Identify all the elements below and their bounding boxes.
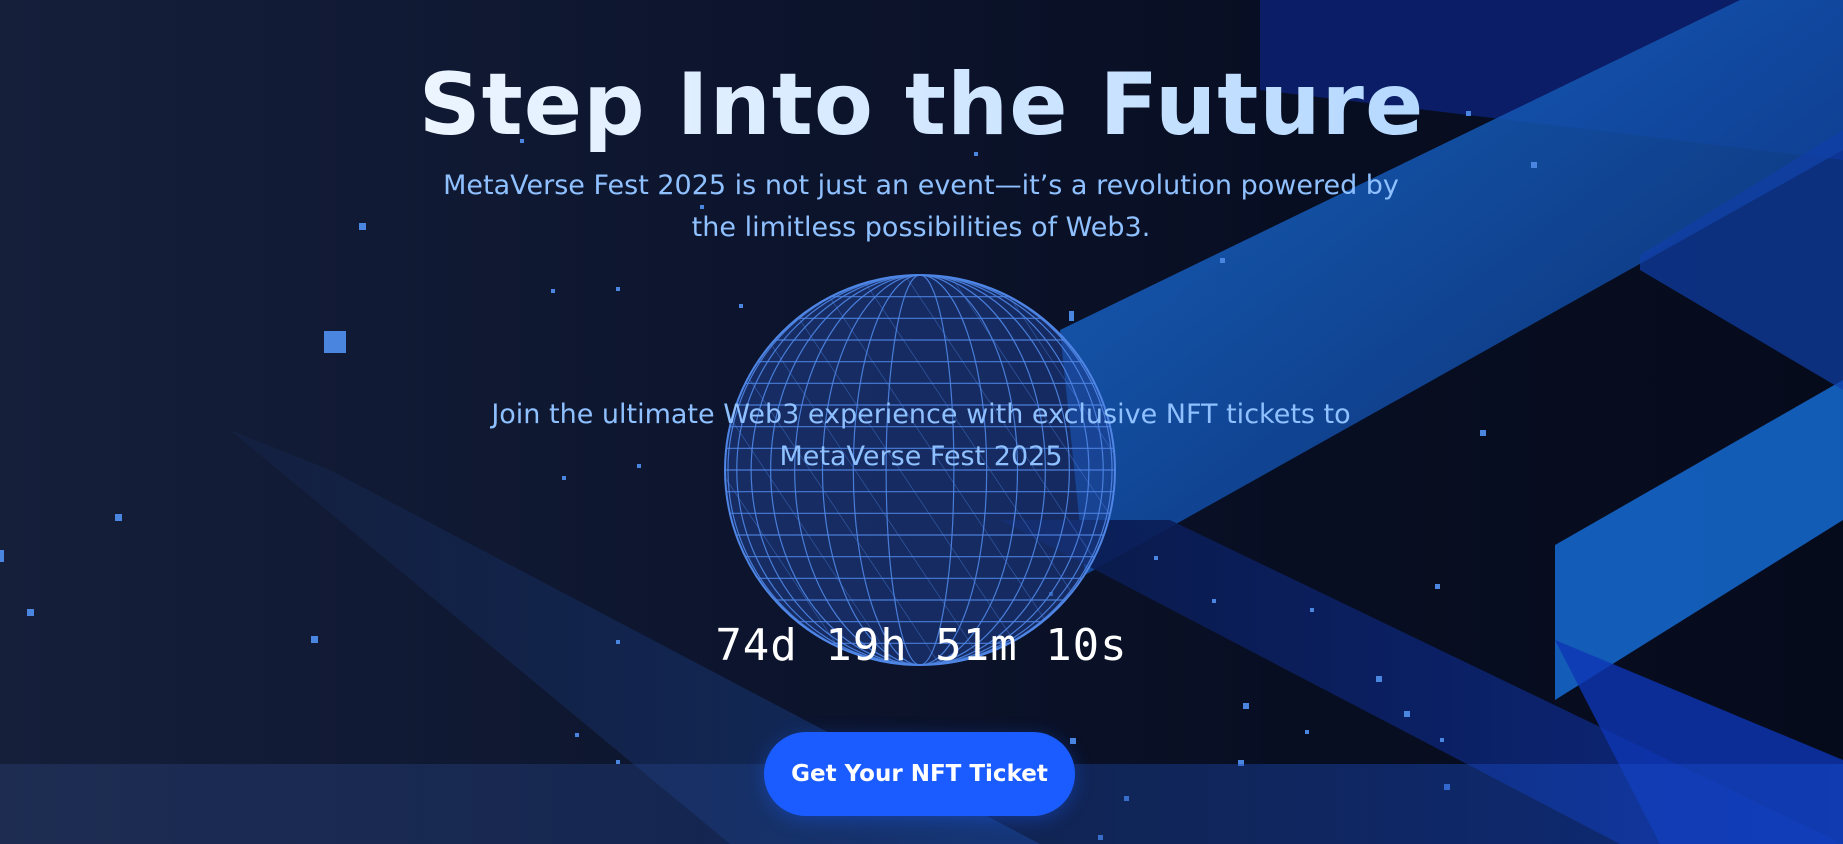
- countdown-timer: 74d 19h 51m 10s: [715, 620, 1128, 671]
- get-nft-ticket-button[interactable]: Get Your NFT Ticket: [764, 732, 1075, 816]
- hero-tagline: Join the ultimate Web3 experience with e…: [491, 399, 1351, 472]
- hero-title: Step Into the Future: [0, 50, 1843, 160]
- hero-section: Step Into the Future MetaVerse Fest 2025…: [0, 0, 1843, 844]
- hero-subtitle: MetaVerse Fest 2025 is not just an event…: [443, 170, 1399, 243]
